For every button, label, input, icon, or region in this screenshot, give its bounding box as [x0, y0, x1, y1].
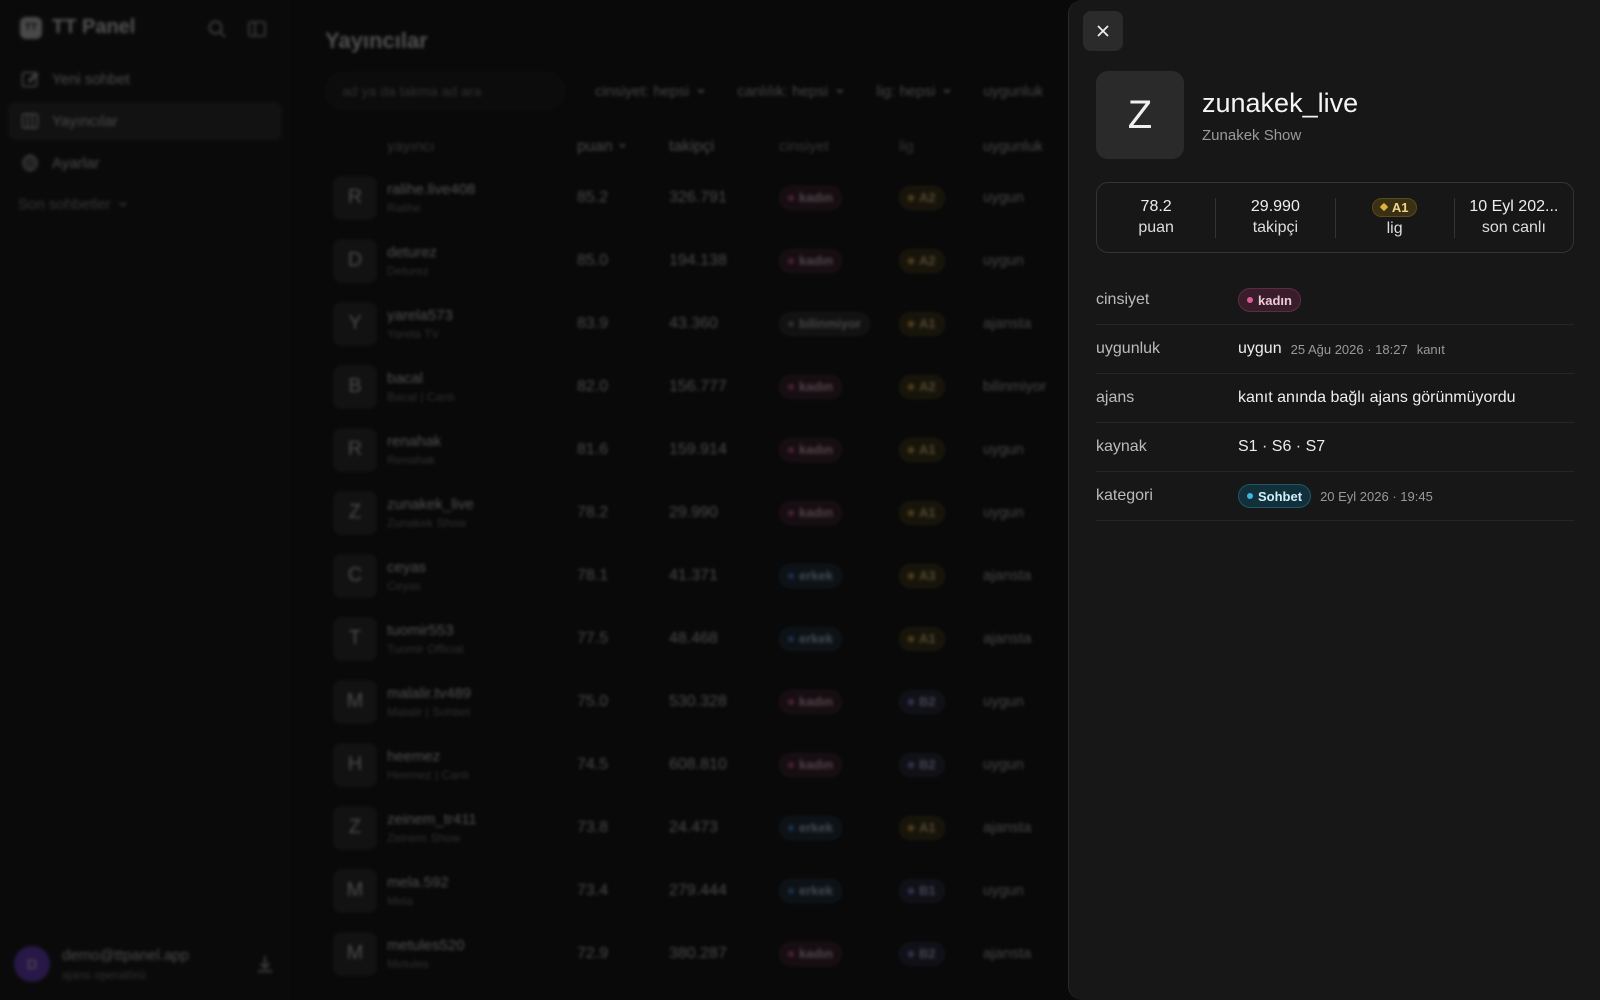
gender-badge-label: kadın [1258, 292, 1292, 308]
diamond-icon [1379, 202, 1389, 212]
category-badge-label: Sohbet [1258, 488, 1303, 504]
stat-followers: 29.990 takipçi [1216, 197, 1336, 238]
fit-date: 25 Ağu 2026 · 18:27 [1290, 341, 1408, 357]
streamer-display-name: Zunakek Show [1202, 127, 1302, 144]
stat-value: 78.2 [1140, 198, 1172, 215]
app-root: TT TT Panel Yeni sohbet Yayıncılar Ayarl… [0, 0, 1600, 1000]
detail-row-source: kaynak S1 · S6 · S7 [1096, 423, 1574, 472]
detail-row-fit: uygunluk uygun 25 Ağu 2026 · 18:27 kanıt [1096, 325, 1574, 374]
detail-key: kaynak [1096, 438, 1147, 455]
detail-row-category: kategori Sohbet 20 Eyl 2026 · 19:45 [1096, 472, 1574, 521]
stat-label: puan [1138, 219, 1174, 236]
close-button[interactable] [1083, 11, 1123, 51]
detail-key: uygunluk [1096, 340, 1161, 357]
detail-key: cinsiyet [1096, 291, 1150, 308]
avatar: Z [1096, 71, 1184, 159]
fit-value: uygun [1238, 340, 1282, 357]
stat-league: A1 lig [1336, 197, 1455, 238]
gender-badge: kadın [1238, 288, 1301, 312]
stat-score: 78.2 puan [1097, 197, 1217, 238]
stats-card: 78.2 puan 29.990 takipçi A1 lig 10 Eyl 2… [1096, 182, 1574, 253]
detail-row-gender: cinsiyet kadın [1096, 276, 1574, 325]
close-icon [1097, 25, 1109, 37]
source-value: S1 · S6 · S7 [1238, 438, 1326, 455]
details-list: cinsiyet kadın uygunluk uygun 25 Ağu 202… [1096, 276, 1574, 521]
dot-icon [1247, 297, 1253, 303]
agency-value: kanıt anında bağlı ajans görünmüyordu [1238, 389, 1516, 406]
stat-value: 29.990 [1250, 198, 1300, 215]
dot-icon [1247, 493, 1253, 499]
category-badge: Sohbet [1238, 484, 1312, 508]
category-date: 20 Eyl 2026 · 19:45 [1320, 488, 1433, 504]
stat-value: 10 Eyl 202... [1469, 198, 1559, 215]
detail-key: ajans [1096, 389, 1135, 406]
stat-label: lig [1386, 219, 1403, 237]
league-badge-label: A1 [1391, 199, 1409, 215]
stat-label: son canlı [1481, 219, 1546, 236]
streamer-handle: zunakek_live [1202, 88, 1359, 118]
league-badge: A1 [1371, 197, 1418, 217]
detail-row-agency: ajans kanıt anında bağlı ajans görünmüyo… [1096, 374, 1574, 423]
streamer-detail-panel: Z zunakek_live Zunakek Show 78.2 puan 29… [1068, 0, 1600, 1000]
stat-label: takipçi [1252, 219, 1299, 236]
detail-key: kategori [1096, 487, 1153, 504]
proof-link[interactable]: kanıt [1417, 342, 1445, 357]
stat-last-live: 10 Eyl 202... son canlı [1455, 198, 1573, 238]
